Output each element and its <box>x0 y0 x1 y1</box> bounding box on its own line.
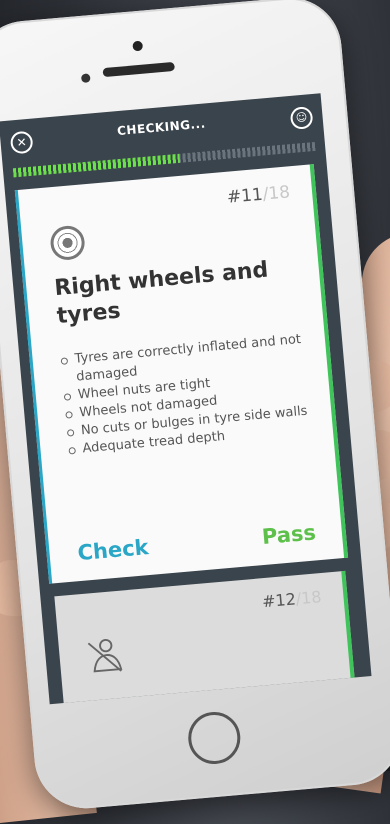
card-index: #11 <box>226 184 264 208</box>
pass-button[interactable]: Pass <box>261 520 317 549</box>
app-screen: ✕ CHECKING... ☺ #11/18 Right wheels and … <box>0 93 372 705</box>
checklist-card-next[interactable]: #12/18 <box>54 570 357 705</box>
card-number: #11/18 <box>226 182 291 207</box>
earpiece-speaker <box>102 61 176 78</box>
card-total: /18 <box>294 587 323 609</box>
wheel-icon <box>49 224 87 262</box>
phone-device: ✕ CHECKING... ☺ #11/18 Right wheels and … <box>0 0 390 813</box>
front-sensor <box>132 40 144 52</box>
card-index: #12 <box>261 589 297 612</box>
seatbelt-icon <box>87 638 123 673</box>
front-camera <box>80 73 91 84</box>
card-title: Right wheels and tyres <box>53 257 270 330</box>
home-button[interactable] <box>186 709 243 767</box>
check-button[interactable]: Check <box>77 535 150 565</box>
checklist-card-current: #11/18 Right wheels and tyres Tyres are … <box>14 164 349 584</box>
card-number: #12/18 <box>261 587 322 611</box>
card-total: /18 <box>261 182 291 205</box>
checklist: Tyres are correctly inflated and not dam… <box>60 330 318 459</box>
page-title: CHECKING... <box>116 116 207 139</box>
